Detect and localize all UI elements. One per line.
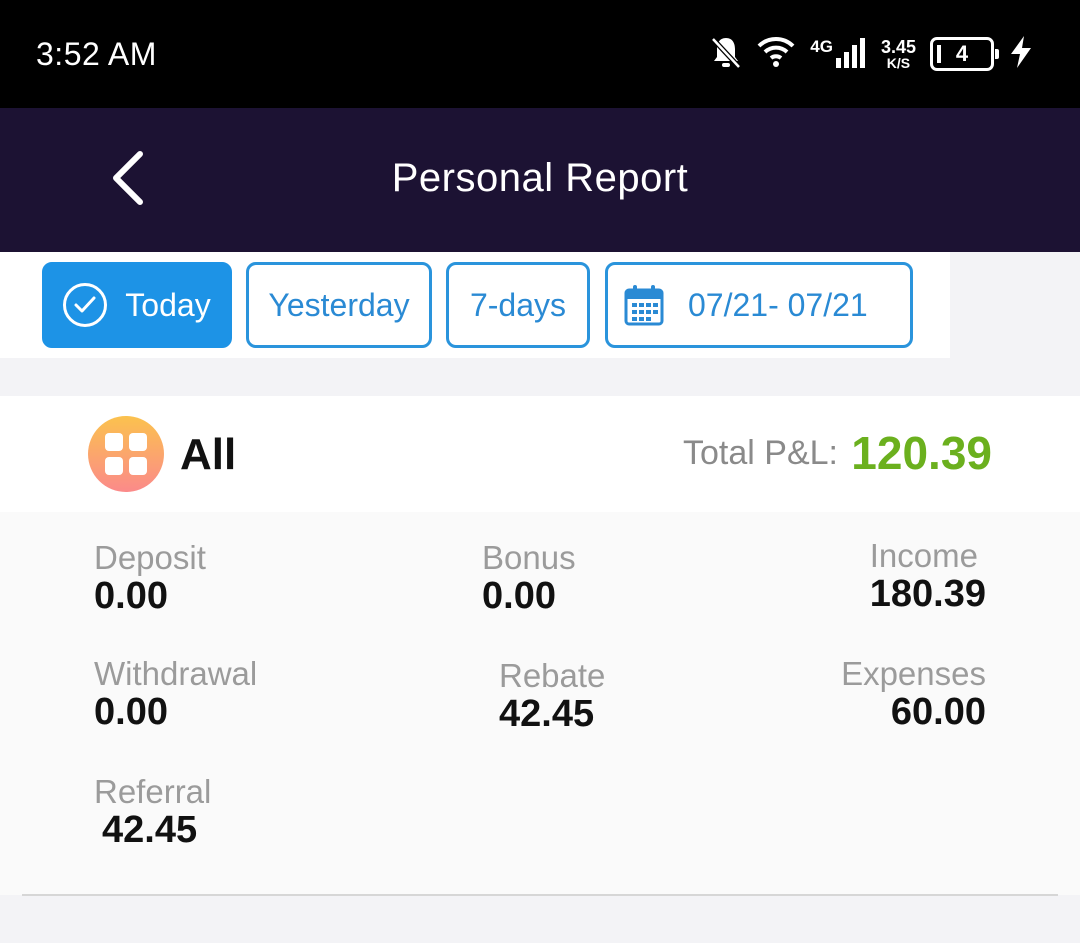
- bell-off-icon: [710, 34, 742, 75]
- status-bar: 3:52 AM 4G 3.45 K/S 4: [0, 0, 1080, 108]
- stat-expenses: Expenses 60.00: [841, 655, 986, 734]
- stat-label: Deposit: [94, 539, 206, 576]
- stat-label: Withdrawal: [94, 655, 258, 692]
- page-title: Personal Report: [391, 156, 689, 200]
- stat-value: 60.00: [890, 691, 986, 734]
- stat-withdrawal: Withdrawal 0.00: [94, 655, 258, 734]
- stat-deposit: Deposit 0.00: [94, 539, 206, 618]
- stat-label: Income: [869, 537, 978, 574]
- stat-bonus: Bonus 0.00: [482, 539, 576, 618]
- divider: [22, 894, 1058, 896]
- app-header: Personal Report: [0, 108, 1080, 252]
- battery-level: 4: [955, 41, 969, 66]
- filter-7days-button[interactable]: 7-days: [446, 262, 590, 348]
- network-type: 4G: [810, 37, 833, 56]
- stat-value: 0.00: [94, 575, 168, 618]
- total-pnl-label: Total P&L:: [683, 434, 838, 472]
- stat-value: 0.00: [94, 691, 168, 734]
- stat-rebate: Rebate 42.45: [499, 657, 606, 736]
- status-time: 3:52 AM: [36, 36, 157, 72]
- wifi-icon: [756, 35, 796, 74]
- battery-icon: 4: [930, 37, 999, 71]
- total-pnl-value: 120.39: [851, 427, 992, 479]
- speed-unit: K/S: [886, 55, 911, 71]
- filter-yesterday-button[interactable]: Yesterday: [246, 262, 432, 348]
- filter-7days-label: 7-days: [469, 286, 567, 323]
- stats-panel: Deposit 0.00 Bonus 0.00 Income 180.39 Wi…: [0, 512, 1080, 895]
- stat-label: Bonus: [482, 539, 576, 576]
- stat-label: Referral: [94, 773, 212, 810]
- date-filter-bar: Today Yesterday 7-days 07/21- 07/21: [0, 252, 950, 358]
- stat-label: Rebate: [499, 657, 606, 694]
- check-icon: [63, 283, 108, 327]
- speed-value: 3.45: [880, 37, 916, 57]
- stat-income: Income 180.39: [869, 537, 986, 616]
- stat-value: 180.39: [869, 573, 986, 616]
- filter-today-button[interactable]: Today: [42, 262, 232, 348]
- stat-value: 0.00: [482, 575, 556, 618]
- stat-label: Expenses: [841, 655, 986, 692]
- stat-value: 42.45: [102, 809, 198, 852]
- stat-referral: Referral 42.45: [94, 773, 212, 852]
- apps-grid-icon: [88, 416, 164, 492]
- category-label: All: [180, 430, 237, 479]
- filter-yesterday-label: Yesterday: [268, 286, 410, 323]
- signal-icon: [835, 36, 867, 73]
- date-range-picker[interactable]: 07/21- 07/21: [605, 262, 913, 348]
- filter-today-label: Today: [125, 286, 211, 323]
- stat-value: 42.45: [499, 693, 595, 736]
- charging-bolt-icon: [1008, 35, 1034, 74]
- calendar-icon: [624, 284, 664, 326]
- status-icons: 4G 3.45 K/S 4: [710, 34, 1034, 74]
- date-range-label: 07/21- 07/21: [688, 286, 868, 323]
- network-speed: 3.45 K/S: [881, 38, 916, 70]
- summary-header: All Total P&L: 120.39: [0, 396, 1080, 512]
